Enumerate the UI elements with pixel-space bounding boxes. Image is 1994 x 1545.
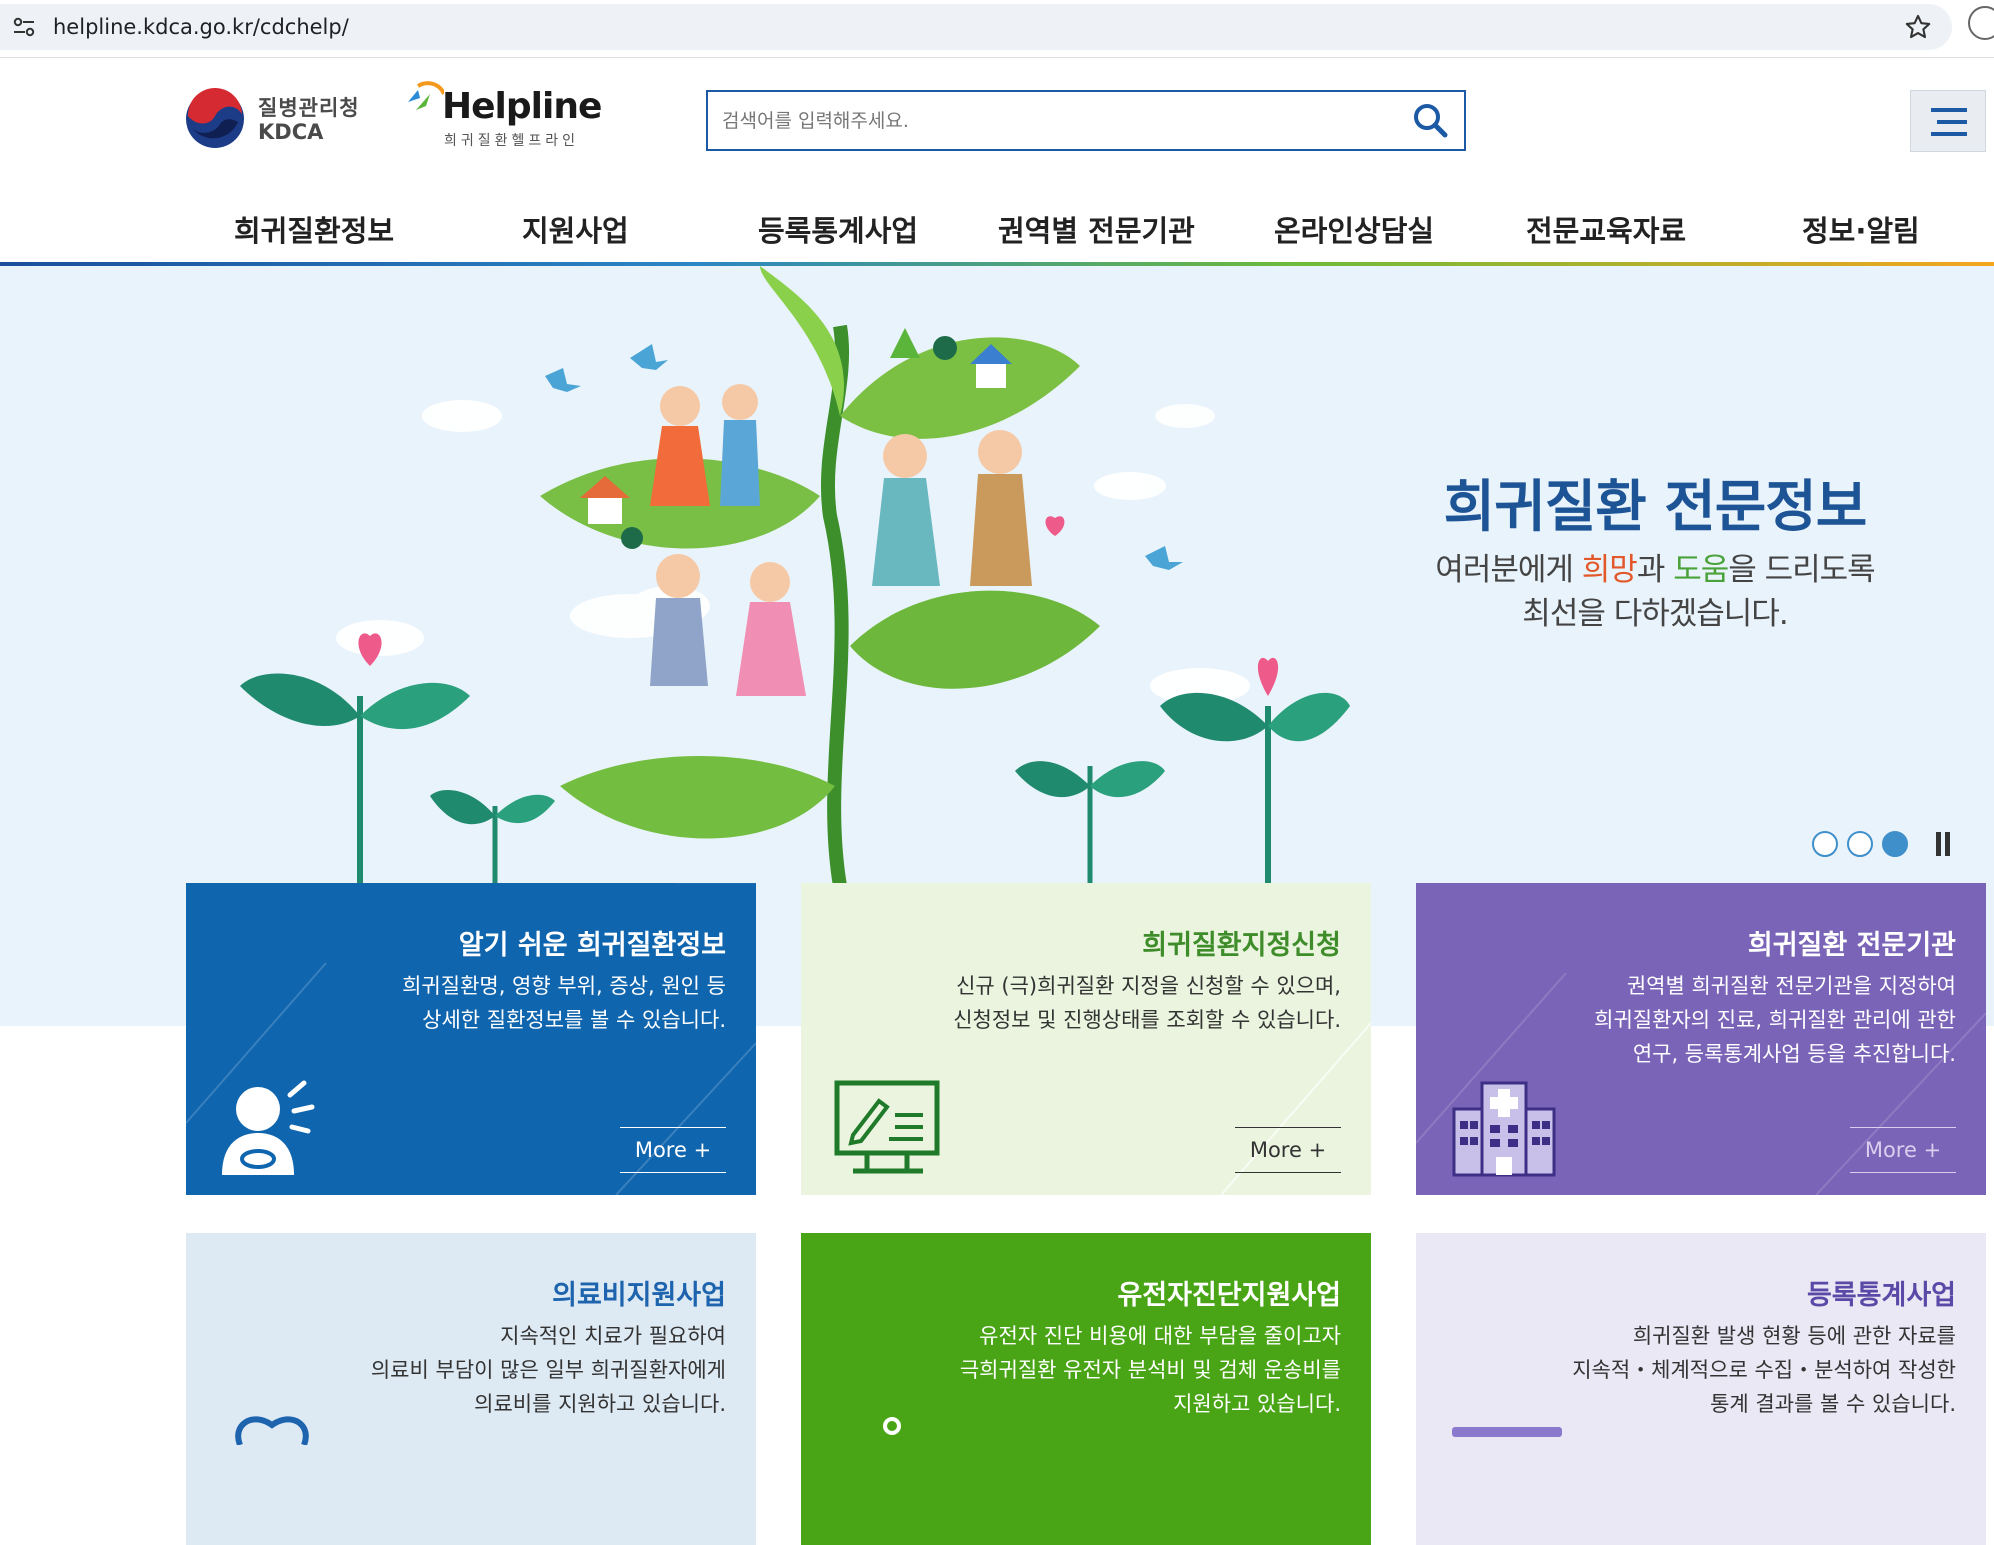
card-desc-line: 상세한 질환정보를 볼 수 있습니다. xyxy=(422,1008,726,1032)
hospital-icon xyxy=(1452,1081,1556,1177)
search-icon xyxy=(1414,103,1448,137)
slide-dot-3[interactable] xyxy=(1882,831,1908,857)
helpline-subtitle: 희귀질환헬프라인 xyxy=(444,133,580,149)
hero-desc-hope: 희망 xyxy=(1581,552,1638,588)
card-specialized-institutions[interactable]: 희귀질환 전문기관 권역별 희귀질환 전문기관을 지정하여 희귀질환자의 진료,… xyxy=(1416,883,1986,1195)
all-menu-button[interactable] xyxy=(1910,90,1986,152)
hero-description: 여러분에게 희망과 도움을 드리도록 최선을 다하겠습니다. xyxy=(1400,548,1910,636)
slide-dot-1[interactable] xyxy=(1812,831,1838,857)
nav-regional-institutions[interactable]: 권역별 전문기관 xyxy=(998,208,1195,250)
card-desc-line: 극희귀질환 유전자 분석비 및 검체 운송비를 xyxy=(959,1358,1341,1382)
card-description: 권역별 희귀질환 전문기관을 지정하여 희귀질환자의 진료, 희귀질환 관리에 … xyxy=(1436,969,1956,1071)
card-title: 희귀질환지정신청 xyxy=(1142,930,1341,961)
kdca-name: 질병관리청 xyxy=(258,96,360,120)
nav-registry-statistics[interactable]: 등록통계사업 xyxy=(758,208,918,250)
card-description: 신규 (극)희귀질환 지정을 신청할 수 있으며, 신청정보 및 진행상태를 조… xyxy=(821,969,1341,1037)
card-desc-line: 희귀질환 발생 현황 등에 관한 자료를 xyxy=(1632,1324,1956,1348)
card-title: 희귀질환 전문기관 xyxy=(1747,930,1956,961)
hero-desc-text: 과 xyxy=(1636,552,1674,588)
kdca-abbr: KDCA xyxy=(258,120,324,144)
hero-title: 희귀질환 전문정보 xyxy=(1443,475,1868,540)
card-desc-line: 통계 결과를 볼 수 있습니다. xyxy=(1710,1392,1956,1416)
monitor-edit-icon xyxy=(834,1080,940,1174)
nav-support-projects[interactable]: 지원사업 xyxy=(522,208,629,250)
more-button[interactable]: More + xyxy=(620,1127,726,1173)
pause-button[interactable] xyxy=(1932,832,1954,858)
card-description: 유전자 진단 비용에 대한 부담을 줄이고자 극희귀질환 유전자 분석비 및 검… xyxy=(821,1319,1341,1421)
card-desc-line: 연구, 등록통계사업 등을 추진합니다. xyxy=(1632,1042,1956,1066)
nav-rare-disease-info[interactable]: 희귀질환정보 xyxy=(234,208,394,250)
card-medical-cost-support[interactable]: 의료비지원사업 지속적인 치료가 필요하여 의료비 부담이 많은 일부 희귀질환… xyxy=(186,1233,756,1545)
card-desc-line: 신규 (극)희귀질환 지정을 신청할 수 있으며, xyxy=(956,974,1341,998)
card-desc-line: 지속적인 치료가 필요하여 xyxy=(500,1324,726,1348)
hero-desc-help: 도움 xyxy=(1673,552,1729,588)
card-easy-disease-info[interactable]: 알기 쉬운 희귀질환정보 희귀질환명, 영향 부위, 증상, 원인 등 상세한 … xyxy=(186,883,756,1195)
site-settings-icon[interactable] xyxy=(12,16,36,38)
card-title: 알기 쉬운 희귀질환정보 xyxy=(458,930,726,961)
card-description: 희귀질환 발생 현황 등에 관한 자료를 지속적・체계적으로 수집・분석하여 작… xyxy=(1436,1319,1956,1421)
card-designation-application[interactable]: 희귀질환지정신청 신규 (극)희귀질환 지정을 신청할 수 있으며, 신청정보 … xyxy=(801,883,1371,1195)
card-title: 의료비지원사업 xyxy=(552,1280,726,1311)
heart-hands-icon xyxy=(235,1416,309,1445)
card-desc-line: 지속적・체계적으로 수집・분석하여 작성한 xyxy=(1572,1358,1956,1382)
nav-online-counseling[interactable]: 온라인상담실 xyxy=(1274,208,1434,250)
url-text[interactable]: helpline.kdca.go.kr/cdchelp/ xyxy=(53,15,349,39)
card-desc-line: 의료비 부담이 많은 일부 희귀질환자에게 xyxy=(370,1358,726,1382)
card-desc-line: 유전자 진단 비용에 대한 부담을 줄이고자 xyxy=(979,1324,1341,1348)
helpline-arrows-icon xyxy=(408,81,444,110)
card-desc-line: 희귀질환명, 영향 부위, 증상, 원인 등 xyxy=(402,974,726,998)
kdca-logo[interactable]: 질병관리청 KDCA xyxy=(184,86,384,150)
card-desc-line: 희귀질환자의 진료, 희귀질환 관리에 관한 xyxy=(1594,1008,1956,1032)
search-box xyxy=(706,90,1466,151)
chart-bar-icon xyxy=(1452,1427,1562,1437)
nav-education-materials[interactable]: 전문교육자료 xyxy=(1526,208,1686,250)
bookmark-star-icon[interactable] xyxy=(1904,13,1932,41)
main-navigation: 희귀질환정보 지원사업 등록통계사업 권역별 전문기관 온라인상담실 전문교육자… xyxy=(0,198,1994,264)
hero-desc-text: 을 드리도록 xyxy=(1728,552,1875,588)
more-button[interactable]: More + xyxy=(1850,1127,1956,1173)
profile-avatar-icon[interactable] xyxy=(1968,6,1994,40)
card-desc-line: 권역별 희귀질환 전문기관을 지정하여 xyxy=(1626,974,1956,998)
pause-icon xyxy=(1936,832,1941,856)
hero-desc-line-2: 최선을 다하겠습니다. xyxy=(1522,596,1788,632)
card-desc-line: 신청정보 및 진행상태를 조회할 수 있습니다. xyxy=(953,1008,1341,1032)
site-header: 질병관리청 KDCA Helpline 희귀질환헬프라인 희귀질환정보 지원사업 xyxy=(0,58,1994,264)
kdca-emblem-icon xyxy=(186,88,244,148)
person-info-icon xyxy=(222,1080,315,1175)
more-button[interactable]: More + xyxy=(1235,1127,1341,1173)
card-genetic-diagnosis-support[interactable]: 유전자진단지원사업 유전자 진단 비용에 대한 부담을 줄이고자 극희귀질환 유… xyxy=(801,1233,1371,1545)
hero-desc-line-1: 여러분에게 희망과 도움을 드리도록 xyxy=(1400,548,1910,592)
card-title: 유전자진단지원사업 xyxy=(1117,1280,1341,1311)
hero-illustration xyxy=(240,266,1350,886)
search-button[interactable] xyxy=(1406,98,1454,144)
dna-icon xyxy=(883,1417,901,1435)
hamburger-menu-icon xyxy=(1931,108,1967,136)
address-bar[interactable]: helpline.kdca.go.kr/cdchelp/ xyxy=(0,4,1952,50)
slide-dot-2[interactable] xyxy=(1847,831,1873,857)
house-icon xyxy=(976,362,1006,388)
card-registry-statistics[interactable]: 등록통계사업 희귀질환 발생 현황 등에 관한 자료를 지속적・체계적으로 수집… xyxy=(1416,1233,1986,1545)
card-description: 희귀질환명, 영향 부위, 증상, 원인 등 상세한 질환정보를 볼 수 있습니… xyxy=(206,969,726,1037)
browser-toolbar: helpline.kdca.go.kr/cdchelp/ xyxy=(0,0,1994,58)
nav-notices[interactable]: 정보·알림 xyxy=(1802,208,1920,250)
helpline-title: Helpline xyxy=(442,86,602,127)
slider-controls xyxy=(1812,829,1952,859)
hero-desc-text: 여러분에게 xyxy=(1435,552,1582,588)
helpline-logo[interactable]: Helpline 희귀질환헬프라인 xyxy=(404,76,602,156)
search-input[interactable] xyxy=(722,104,1382,138)
card-title: 등록통계사업 xyxy=(1806,1280,1956,1311)
pause-icon xyxy=(1945,832,1950,856)
